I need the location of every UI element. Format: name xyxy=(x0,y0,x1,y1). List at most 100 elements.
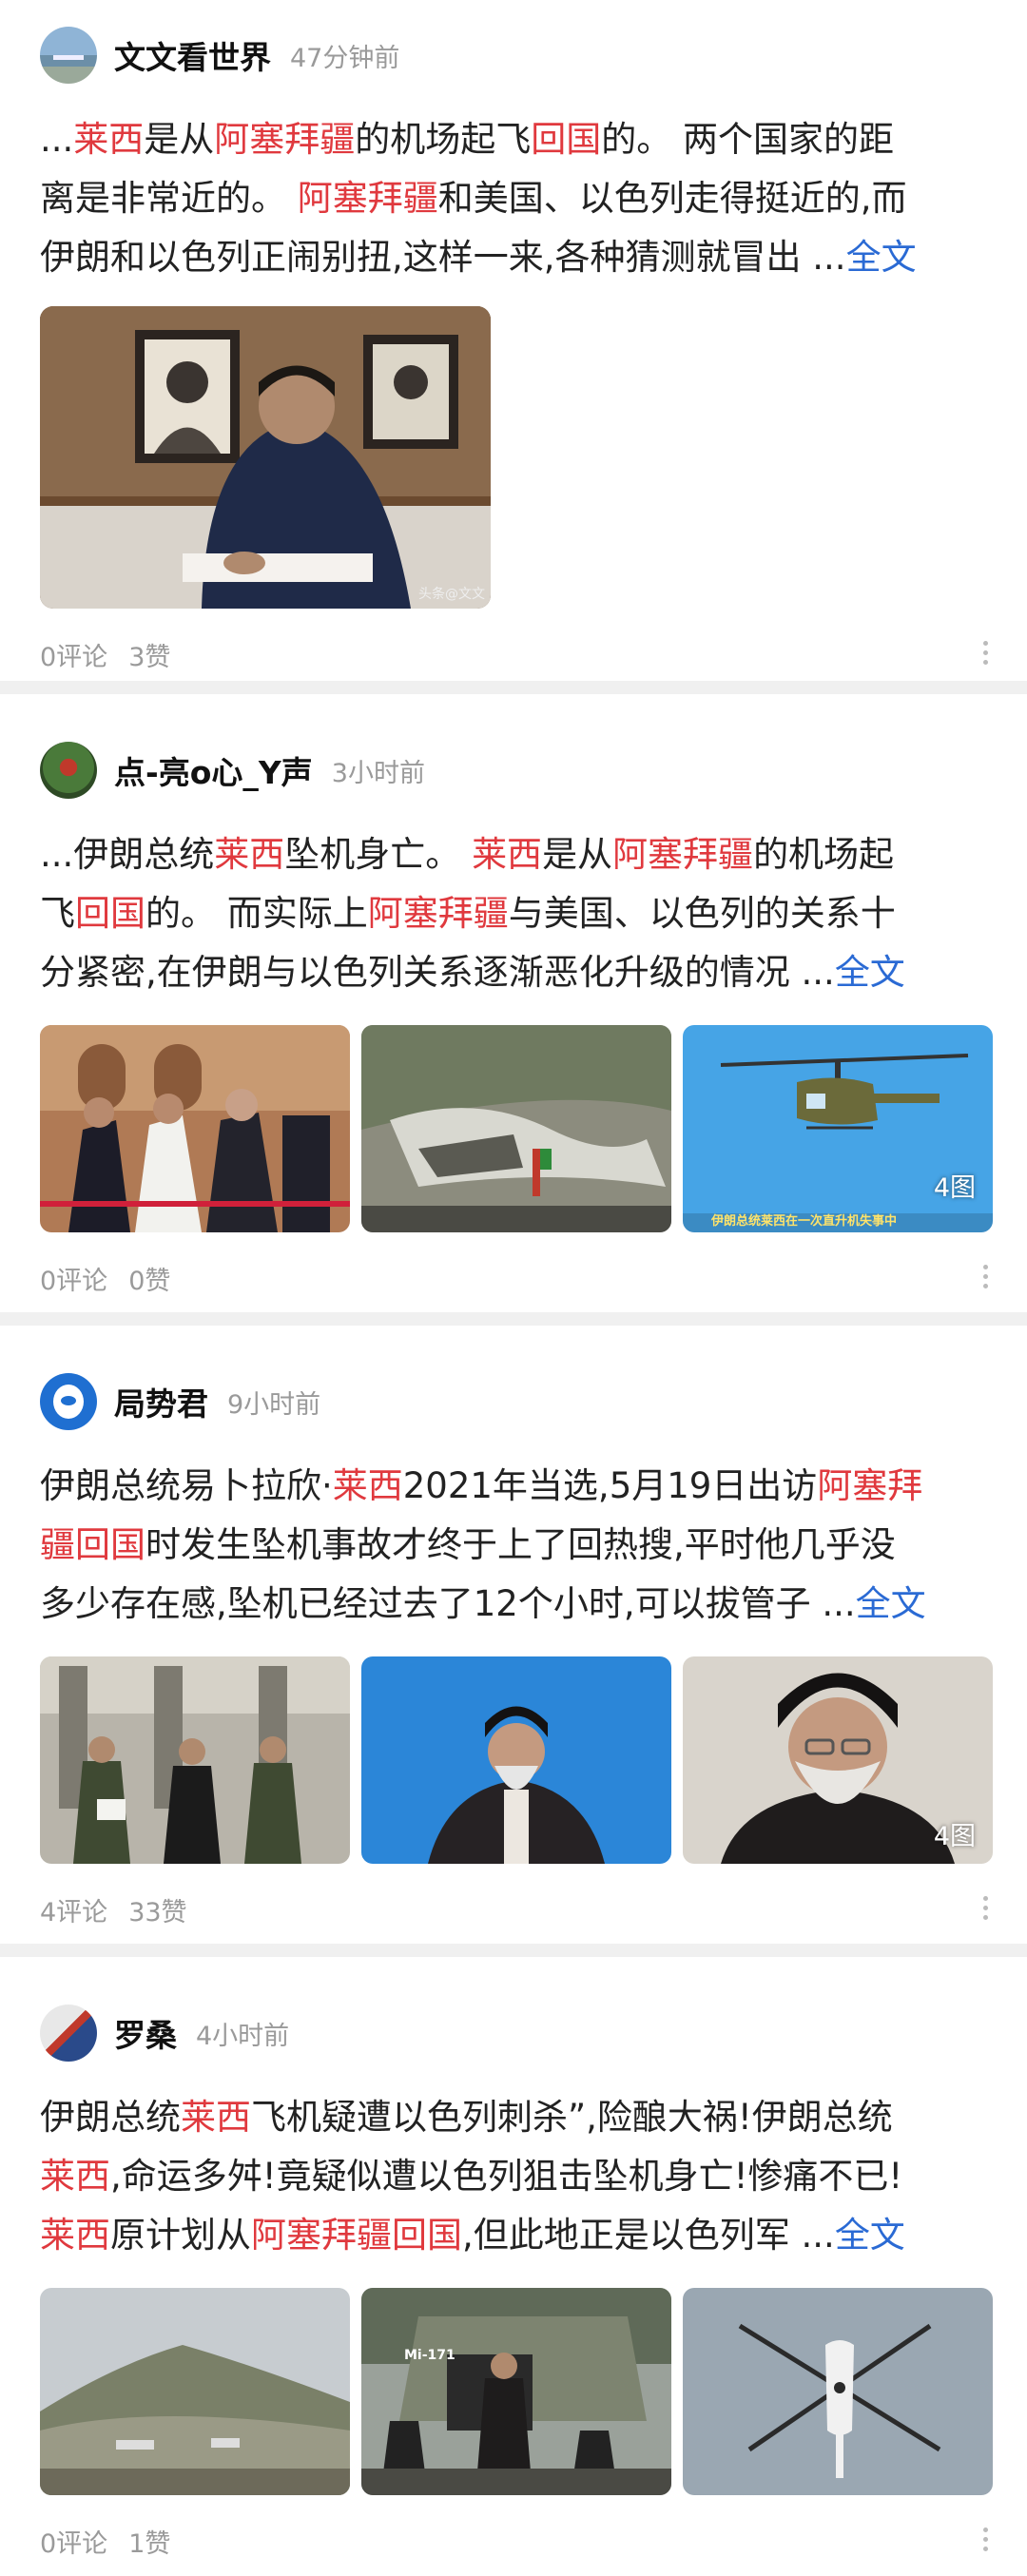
post-header: 点-亮o心_Y声 3小时前 xyxy=(0,742,1027,799)
photo-cleric-portrait-blue xyxy=(361,1656,671,1864)
post-time: 4小时前 xyxy=(196,2021,290,2051)
photo-helicopter-overhead xyxy=(683,2288,993,2495)
excerpt-text: ,命运多舛!竟疑似遭以色列狙击坠机身亡!惨痛不已! xyxy=(110,2156,903,2197)
avatar[interactable] xyxy=(40,27,97,84)
post-time: 9小时前 xyxy=(227,1389,321,1420)
excerpt-line: 飞回国的。 而实际上阿塞拜疆与美国、以色列的关系十 xyxy=(40,884,989,943)
like-count[interactable]: 0赞 xyxy=(128,1260,170,1297)
excerpt-text: 分紧密,在伊朗与以色列关系逐渐恶化升级的情况 ... xyxy=(40,952,835,993)
photo-mountain-landscape xyxy=(40,2288,350,2495)
photo-man-signing-document xyxy=(40,306,491,609)
excerpt-text: 的。 而实际上 xyxy=(145,893,368,934)
post-header: 局势君 9小时前 xyxy=(0,1373,1027,1430)
post-stats: 0评论 3赞 xyxy=(0,626,1027,683)
post-image[interactable] xyxy=(361,1025,671,1232)
author-name[interactable]: 罗桑 xyxy=(114,2010,177,2056)
image-count-badge: 4图 xyxy=(933,1173,976,1203)
post-stats: 4评论 33赞 xyxy=(0,1881,1027,1938)
avatar[interactable] xyxy=(40,742,97,799)
post-image[interactable]: 4图 xyxy=(683,1656,993,1864)
excerpt-line: ...莱西是从阿塞拜疆的机场起飞回国的。 两个国家的距 xyxy=(40,110,989,169)
keyword-highlight: 疆回国 xyxy=(40,1524,145,1565)
excerpt-text: ...伊朗总统 xyxy=(40,834,215,875)
post-image[interactable] xyxy=(40,1656,350,1864)
keyword-highlight: 莱西 xyxy=(181,2097,251,2138)
excerpt-text: 的。 两个国家的距 xyxy=(601,119,895,160)
post-header: 文文看世界 47分钟前 xyxy=(0,27,1027,84)
keyword-highlight: 莱西 xyxy=(40,2156,110,2197)
post-card[interactable]: 点-亮o心_Y声 3小时前 ...伊朗总统莱西坠机身亡。 莱西是从阿塞拜疆的机场… xyxy=(0,694,1027,1312)
excerpt-text: 飞机疑遭以色列刺杀”,险酿大祸!伊朗总统 xyxy=(251,2097,893,2138)
post-image[interactable]: Mi-171 xyxy=(361,2288,671,2495)
post-card[interactable]: 文文看世界 47分钟前 ...莱西是从阿塞拜疆的机场起飞回国的。 两个国家的距离… xyxy=(0,0,1027,681)
image-count-badge: 4图 xyxy=(933,1822,976,1851)
excerpt-text: 伊朗总统 xyxy=(40,2097,181,2138)
like-count[interactable]: 1赞 xyxy=(128,2523,170,2560)
post-excerpt[interactable]: 伊朗总统莱西飞机疑遭以色列刺杀”,险酿大祸!伊朗总统 莱西,命运多舛!竟疑似遭以色… xyxy=(40,2088,989,2265)
image-caption: 伊朗总统莱西在一次直升机失事中 xyxy=(711,1214,898,1229)
photo-officials-with-missiles xyxy=(40,1656,350,1864)
read-more-link[interactable]: 全文 xyxy=(835,952,905,993)
keyword-highlight: 阿塞拜 xyxy=(817,1465,923,1506)
image-watermark: 头条@文文 xyxy=(418,587,485,602)
more-options-icon[interactable] xyxy=(983,1896,989,1925)
excerpt-text: 是从 xyxy=(144,119,215,160)
post-header: 罗桑 4小时前 xyxy=(0,2005,1027,2062)
excerpt-text: 原计划从 xyxy=(110,2215,251,2256)
post-image[interactable] xyxy=(683,2288,993,2495)
comment-count[interactable]: 0评论 xyxy=(40,2523,107,2560)
post-excerpt[interactable]: 伊朗总统易卜拉欣·莱西2021年当选,5月19日出访阿塞拜 疆回国时发生坠机事故才… xyxy=(40,1457,989,1634)
excerpt-text: 2021年当选,5月19日出访 xyxy=(402,1465,818,1506)
avatar[interactable] xyxy=(40,1373,97,1430)
excerpt-text: ... xyxy=(40,119,74,160)
keyword-highlight: 阿塞拜疆 xyxy=(367,893,509,934)
post-image[interactable] xyxy=(361,1656,671,1864)
post-image[interactable]: 伊朗总统莱西在一次直升机失事中 4图 xyxy=(683,1025,993,1232)
author-name[interactable]: 局势君 xyxy=(114,1379,208,1424)
photo-ribbon-cutting xyxy=(40,1025,350,1232)
comment-count[interactable]: 0评论 xyxy=(40,1260,107,1297)
post-time: 47分钟前 xyxy=(290,43,400,73)
excerpt-text: 坠机身亡。 xyxy=(284,834,473,875)
excerpt-line: 疆回国时发生坠机事故才终于上了回热搜,平时他几乎没 xyxy=(40,1516,989,1575)
keyword-highlight: 莱西 xyxy=(332,1465,403,1506)
post-card[interactable]: 罗桑 4小时前 伊朗总统莱西飞机疑遭以色列刺杀”,险酿大祸!伊朗总统 莱西,命运多… xyxy=(0,1957,1027,2576)
keyword-highlight: 回国 xyxy=(75,893,145,934)
excerpt-text: 是从 xyxy=(542,834,613,875)
read-more-link[interactable]: 全文 xyxy=(835,2215,905,2256)
excerpt-text: ,但此地正是以色列军 ... xyxy=(462,2215,835,2256)
like-count[interactable]: 3赞 xyxy=(128,636,170,673)
more-options-icon[interactable] xyxy=(983,2528,989,2556)
excerpt-line: 莱西原计划从阿塞拜疆回国,但此地正是以色列军 ...全文 xyxy=(40,2206,989,2265)
keyword-highlight: 回国 xyxy=(531,119,602,160)
more-options-icon[interactable] xyxy=(983,641,989,669)
keyword-highlight: 莱西 xyxy=(73,119,145,160)
excerpt-line: ...伊朗总统莱西坠机身亡。 莱西是从阿塞拜疆的机场起 xyxy=(40,825,989,884)
comment-count[interactable]: 0评论 xyxy=(40,636,107,673)
author-name[interactable]: 点-亮o心_Y声 xyxy=(114,747,313,793)
read-more-link[interactable]: 全文 xyxy=(846,237,917,278)
post-excerpt[interactable]: ...伊朗总统莱西坠机身亡。 莱西是从阿塞拜疆的机场起 飞回国的。 而实际上阿塞拜… xyxy=(40,825,989,1002)
excerpt-text: 和美国、以色列走得挺近的,而 xyxy=(437,178,907,219)
post-card[interactable]: 局势君 9小时前 伊朗总统易卜拉欣·莱西2021年当选,5月19日出访阿塞拜 疆回… xyxy=(0,1326,1027,1944)
post-image[interactable] xyxy=(40,1025,350,1232)
author-name[interactable]: 文文看世界 xyxy=(114,32,271,78)
post-image[interactable]: 头条@文文 xyxy=(40,306,491,609)
excerpt-line: 伊朗总统易卜拉欣·莱西2021年当选,5月19日出访阿塞拜 xyxy=(40,1457,989,1516)
like-count[interactable]: 33赞 xyxy=(128,1891,186,1928)
post-excerpt[interactable]: ...莱西是从阿塞拜疆的机场起飞回国的。 两个国家的距 离是非常近的。 阿塞拜疆和… xyxy=(40,110,989,287)
photo-boarding-helicopter xyxy=(361,2288,671,2495)
excerpt-text: 与美国、以色列的关系十 xyxy=(508,893,896,934)
post-image[interactable] xyxy=(40,2288,350,2495)
keyword-highlight: 阿塞拜疆 xyxy=(251,2215,392,2256)
more-options-icon[interactable] xyxy=(983,1265,989,1293)
comment-count[interactable]: 4评论 xyxy=(40,1891,107,1928)
image-grid: Mi-171 xyxy=(40,2288,1027,2495)
keyword-highlight: 阿塞拜疆 xyxy=(612,834,754,875)
excerpt-text: 离是非常近的。 xyxy=(40,178,298,219)
keyword-highlight: 回国 xyxy=(392,2215,462,2256)
post-time: 3小时前 xyxy=(331,758,425,788)
read-more-link[interactable]: 全文 xyxy=(856,1583,926,1624)
keyword-highlight: 莱西 xyxy=(472,834,543,875)
avatar[interactable] xyxy=(40,2005,97,2062)
